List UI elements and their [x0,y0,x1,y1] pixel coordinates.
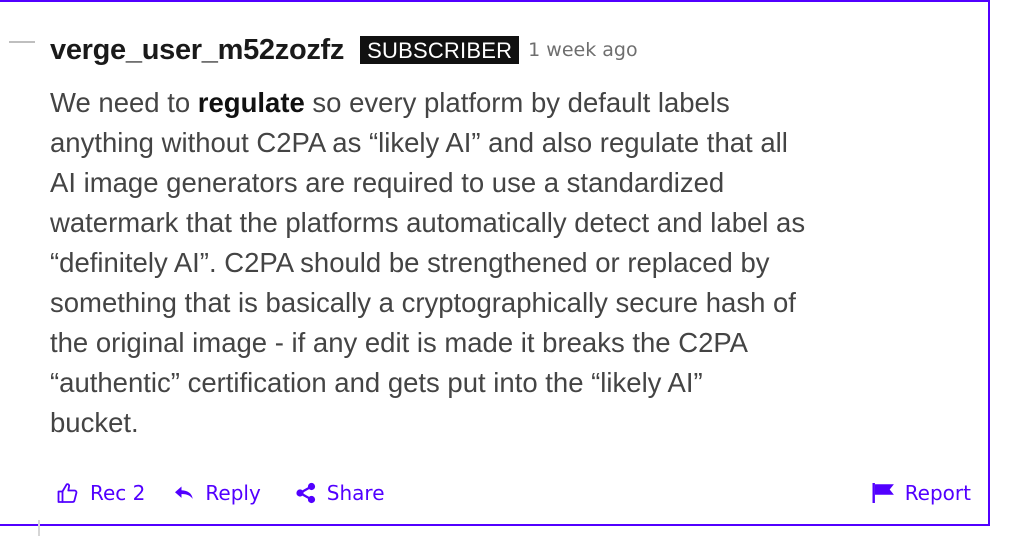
reply-button[interactable]: Reply [173,481,261,505]
comment-header: verge_user_m52zozfz SUBSCRIBER 1 week ag… [50,30,638,70]
rec-button[interactable]: Rec 2 [56,481,145,505]
comment-line: the original image - if any edit is made… [50,323,980,363]
thumbs-up-icon [56,481,80,505]
text-segment: We need to [50,87,198,118]
share-button[interactable]: Share [295,481,385,505]
report-button[interactable]: Report [871,481,971,505]
comment-line: watermark that the platforms automatical… [50,203,980,243]
flag-icon [871,482,895,504]
timestamp[interactable]: 1 week ago [528,39,637,61]
text-segment: watermark that the platforms automatical… [50,207,806,238]
text-segment: “authentic” certification and gets put i… [50,367,703,398]
bold-text: regulate [197,87,305,118]
subscriber-badge: SUBSCRIBER [360,36,520,64]
comment-line: AI image generators are required to use … [50,163,980,203]
collapse-dash-icon[interactable] [9,41,35,43]
share-label: Share [326,481,385,505]
share-icon [295,482,317,504]
comment-line: “authentic” certification and gets put i… [50,363,980,403]
comment-body: We need to regulate so every platform by… [50,83,980,443]
report-label: Report [904,481,971,505]
text-segment: something that is basically a cryptograp… [50,287,796,318]
rec-label: Rec 2 [90,481,146,505]
comment-line: “definitely AI”. C2PA should be strength… [50,243,980,283]
text-segment: bucket. [50,407,139,438]
username[interactable]: verge_user_m52zozfz [50,34,344,67]
reply-arrow-icon [173,484,195,502]
comment-line: bucket. [50,403,980,443]
comment-line: We need to regulate so every platform by… [50,83,980,123]
reply-label: Reply [205,481,261,505]
comment-line: anything without C2PA as “likely AI” and… [50,123,980,163]
text-segment: “definitely AI”. C2PA should be strength… [50,247,770,278]
text-segment: AI image generators are required to use … [50,167,725,198]
thread-line [38,520,40,536]
comment-actions: Rec 2 Reply Share Report [56,478,971,508]
text-segment: anything without C2PA as “likely AI” and… [50,127,788,158]
text-segment: so every platform by default labels [304,87,730,118]
comment-line: something that is basically a cryptograp… [50,283,980,323]
text-segment: the original image - if any edit is made… [50,327,749,358]
